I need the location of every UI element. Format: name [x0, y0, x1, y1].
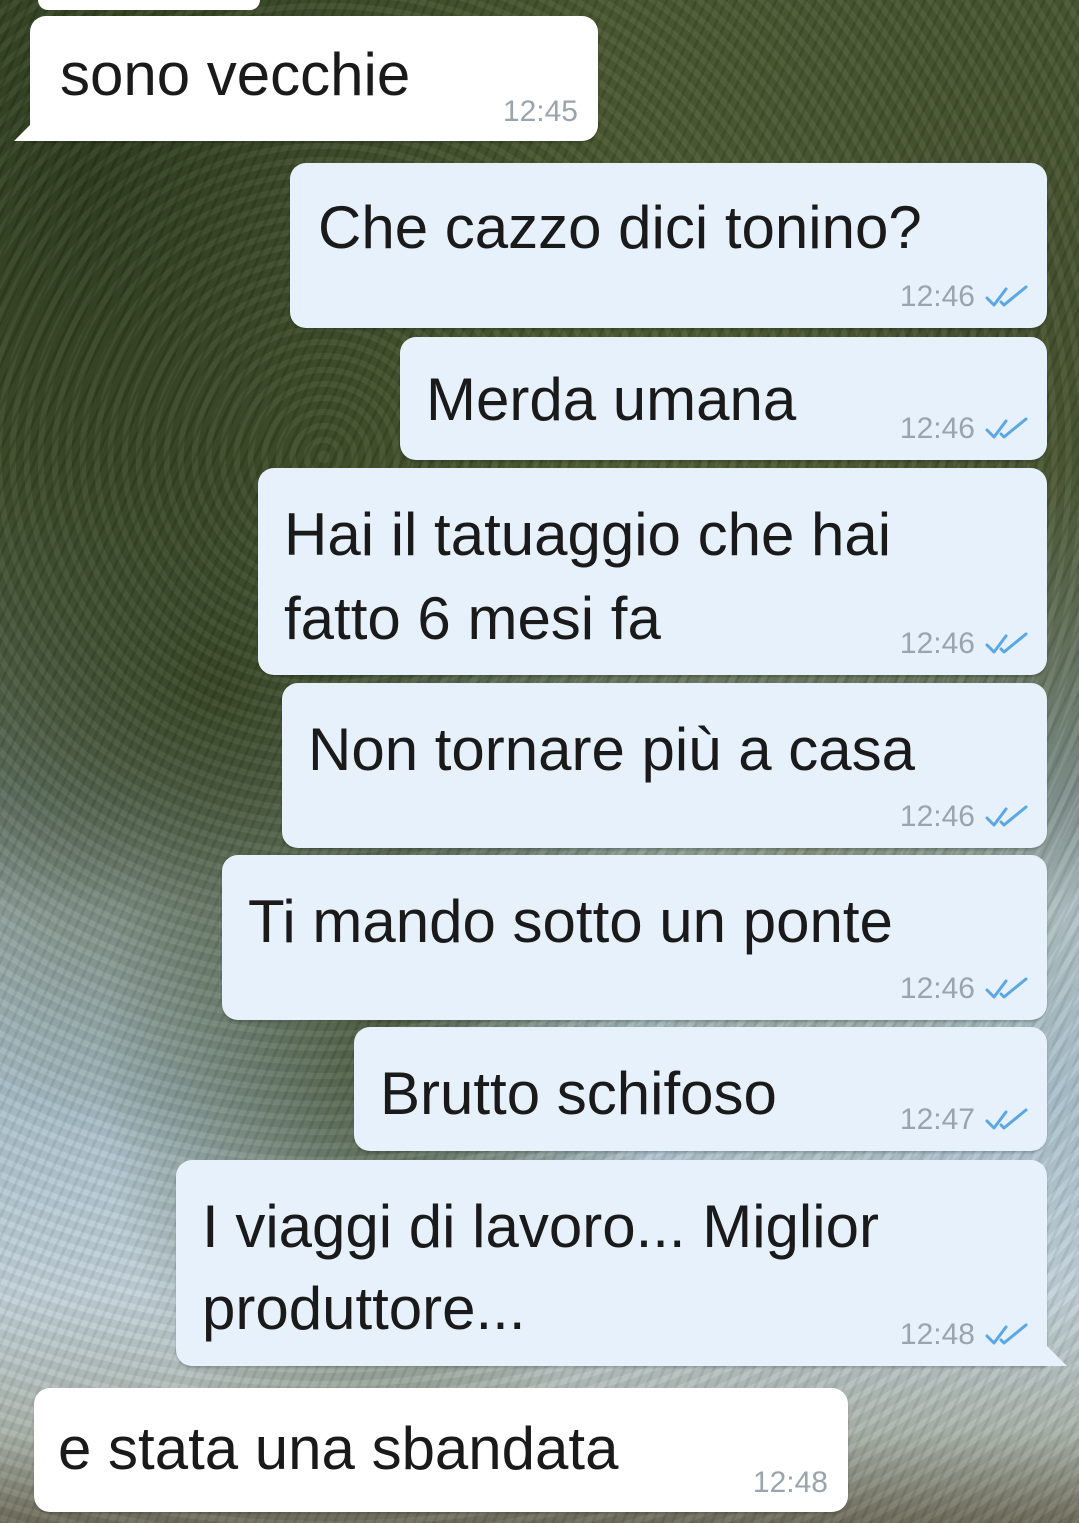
double-check-icon	[985, 1108, 1028, 1130]
message-meta: 12:45	[503, 95, 578, 129]
message-text-line-1: Hai il tatuaggio che hai	[284, 501, 892, 568]
double-check-icon	[985, 285, 1028, 307]
message-time: 12:46	[899, 800, 975, 833]
message-meta: 12:47	[900, 1103, 1029, 1137]
message-text: Che cazzo dici tonino?	[318, 194, 922, 261]
message-text: sono vecchie	[60, 41, 411, 108]
chat-message-list[interactable]: sono vecchie 12:45 Che cazzo dici tonino…	[0, 0, 1079, 1523]
bubble-tail	[14, 121, 34, 141]
message-meta: 12:46	[900, 627, 1029, 661]
message-time: 12:46	[899, 972, 975, 1005]
outgoing-message-bubble[interactable]: Non tornare più a casa 12:46	[282, 683, 1047, 848]
message-meta: 12:46	[900, 280, 1029, 314]
double-check-icon	[985, 632, 1028, 654]
message-meta: 12:46	[900, 800, 1029, 834]
message-time: 12:48	[899, 1318, 975, 1351]
message-time: 12:46	[899, 412, 975, 445]
message-time: 12:45	[502, 95, 578, 128]
outgoing-message-bubble[interactable]: Che cazzo dici tonino? 12:46	[290, 163, 1047, 328]
message-meta: 12:48	[900, 1318, 1029, 1352]
double-check-icon	[985, 805, 1028, 827]
message-meta: 12:48	[753, 1466, 828, 1500]
message-text-line-2: fatto 6 mesi fa	[284, 585, 661, 652]
message-text: Non tornare più a casa	[308, 716, 916, 783]
double-check-icon	[985, 1323, 1028, 1345]
double-check-icon	[985, 977, 1028, 999]
message-time: 12:48	[752, 1466, 828, 1499]
message-time: 12:47	[899, 1103, 975, 1136]
message-time: 12:46	[899, 280, 975, 313]
partial-message-bubble	[38, 0, 260, 10]
incoming-message-bubble[interactable]: e stata una sbandata 12:48	[34, 1388, 848, 1512]
message-text: Merda umana	[426, 366, 797, 433]
message-text-line-1: I viaggi di lavoro... Miglior	[202, 1193, 879, 1260]
message-text: e stata una sbandata	[58, 1415, 619, 1482]
incoming-message-bubble[interactable]: sono vecchie 12:45	[30, 16, 598, 141]
message-meta: 12:46	[900, 972, 1029, 1006]
outgoing-message-bubble[interactable]: Brutto schifoso 12:47	[354, 1027, 1047, 1151]
outgoing-message-bubble[interactable]: Hai il tatuaggio che hai fatto 6 mesi fa…	[258, 468, 1047, 675]
outgoing-message-bubble[interactable]: Merda umana 12:46	[400, 337, 1047, 460]
message-text-line-2: produttore...	[202, 1275, 526, 1342]
outgoing-message-bubble[interactable]: Ti mando sotto un ponte 12:46	[222, 855, 1047, 1020]
message-text: Ti mando sotto un ponte	[248, 888, 893, 955]
bubble-tail	[1047, 1346, 1067, 1366]
message-text: Brutto schifoso	[380, 1060, 777, 1127]
outgoing-message-bubble[interactable]: I viaggi di lavoro... Miglior produttore…	[176, 1160, 1047, 1366]
message-time: 12:46	[899, 627, 975, 660]
double-check-icon	[985, 417, 1028, 439]
message-meta: 12:46	[900, 412, 1029, 446]
